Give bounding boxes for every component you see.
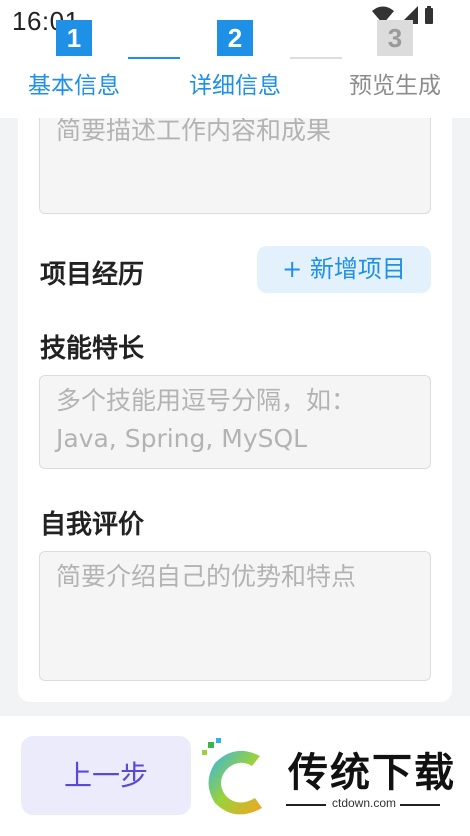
step-label: 详细信息 [189,73,281,99]
work-description-textarea[interactable]: 简要描述工作内容和成果 [39,118,431,214]
watermark: 传统下载 ctdown.com [200,736,460,836]
watermark-url: ctdown.com [332,796,397,810]
step-number: 2 [217,20,253,56]
step-label: 预览生成 [349,73,441,99]
step-preview[interactable]: 3 预览生成 [343,20,447,100]
step-connector-2 [290,57,342,59]
self-eval-section-title: 自我评价 [40,510,145,540]
bottom-action-bar: 上一步 传统下载 ctdown.com [0,716,470,836]
skills-section-title: 技能特长 [40,334,145,364]
add-project-button[interactable]: + 新增项目 [257,246,431,293]
step-detail-info[interactable]: 2 详细信息 [183,20,287,100]
self-eval-placeholder: 简要介绍自己的优势和特点 [56,562,357,591]
project-section-title: 项目经历 [40,260,145,290]
stepper-header: 16:01 1 基本信息 2 详细信息 3 预览生成 [0,0,470,118]
step-number: 1 [56,20,92,56]
watermark-title: 传统下载 [288,750,456,796]
skills-textarea[interactable]: 多个技能用逗号分隔，如：Java, Spring, MySQL [39,375,431,469]
step-connector-1 [128,57,180,59]
prev-step-button[interactable]: 上一步 [21,736,191,815]
detail-form-card: 简要描述工作内容和成果 项目经历 + 新增项目 技能特长 多个技能用逗号分隔，如… [18,118,452,702]
step-basic-info[interactable]: 1 基本信息 [22,20,126,100]
watermark-divider-right [400,804,440,806]
watermark-divider-left [286,804,326,806]
work-description-placeholder: 简要描述工作内容和成果 [56,118,332,145]
watermark-logo-icon [202,738,262,815]
self-eval-textarea[interactable]: 简要介绍自己的优势和特点 [39,551,431,681]
step-number: 3 [377,20,413,56]
step-label: 基本信息 [28,73,120,99]
skills-placeholder: 多个技能用逗号分隔，如：Java, Spring, MySQL [56,386,357,453]
